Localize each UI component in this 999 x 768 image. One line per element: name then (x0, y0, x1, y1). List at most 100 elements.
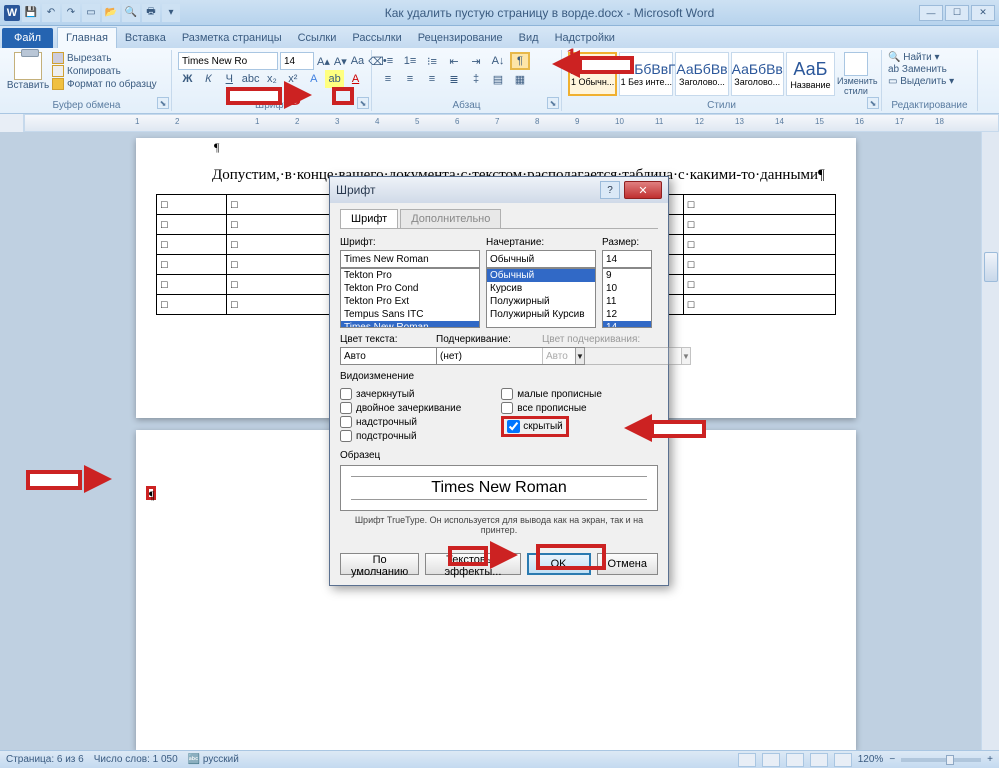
qat-save-icon[interactable]: 💾 (22, 4, 40, 22)
change-styles-button[interactable]: Изменить стили (837, 52, 875, 96)
table-cell[interactable]: □ (157, 275, 227, 295)
style-heading1[interactable]: АаБбВвЗаголово... (675, 52, 728, 96)
qat-new-icon[interactable]: ▭ (82, 4, 100, 22)
font-color-combo[interactable]: ▼ (340, 347, 430, 365)
paste-button[interactable]: Вставить (8, 52, 48, 91)
justify-button[interactable]: ≣ (444, 70, 464, 88)
table-cell[interactable]: □ (683, 275, 835, 295)
font-style-input[interactable] (486, 250, 596, 268)
underline-color-combo[interactable]: ▼ (542, 347, 652, 365)
format-painter-button[interactable]: Формат по образцу (52, 78, 157, 90)
chk-superscript[interactable]: надстрочный (340, 416, 461, 428)
qat-print-icon[interactable]: 🖶 (142, 4, 160, 22)
status-lang[interactable]: 🔤 русский (188, 754, 239, 765)
dialog-close-button[interactable]: ✕ (624, 181, 662, 199)
tab-references[interactable]: Ссылки (290, 28, 345, 48)
chk-strike[interactable]: зачеркнутый (340, 388, 461, 400)
table-cell[interactable]: □ (157, 255, 227, 275)
subscript-button[interactable]: x₂ (262, 70, 281, 88)
tab-insert[interactable]: Вставка (117, 28, 174, 48)
underline-button[interactable]: Ч (220, 70, 239, 88)
font-style-list[interactable]: ОбычныйКурсивПолужирныйПолужирный Курсив (486, 268, 596, 328)
tab-home[interactable]: Главная (57, 27, 117, 48)
view-fullscreen[interactable] (762, 753, 780, 767)
italic-button[interactable]: К (199, 70, 218, 88)
maximize-button[interactable]: ☐ (945, 5, 969, 21)
status-page[interactable]: Страница: 6 из 6 (6, 754, 84, 765)
scroll-thumb[interactable] (984, 252, 998, 282)
borders-button[interactable]: ▦ (510, 70, 530, 88)
line-spacing-button[interactable]: ‡ (466, 70, 486, 88)
minimize-button[interactable]: — (919, 5, 943, 21)
align-center-button[interactable]: ≡ (400, 70, 420, 88)
underline-combo[interactable]: ▼ (436, 347, 536, 365)
vertical-scrollbar[interactable] (981, 132, 999, 750)
font-color-button[interactable]: A (346, 70, 365, 88)
view-draft[interactable] (834, 753, 852, 767)
selected-pilcrow[interactable]: ¶ (146, 486, 156, 500)
chk-subscript[interactable]: подстрочный (340, 430, 461, 442)
font-name-list[interactable]: Tekton ProTekton Pro CondTekton Pro ExtT… (340, 268, 480, 328)
zoom-in-button[interactable]: + (987, 754, 993, 765)
shrink-font-button[interactable]: A▾ (333, 52, 348, 70)
sort-button[interactable]: A↓ (488, 52, 508, 70)
zoom-out-button[interactable]: − (889, 754, 895, 765)
bullets-button[interactable]: •≡ (378, 52, 398, 70)
cut-button[interactable]: Вырезать (52, 52, 157, 64)
qat-open-icon[interactable]: 📂 (102, 4, 120, 22)
qat-redo-icon[interactable]: ↷ (62, 4, 80, 22)
chk-allcaps[interactable]: все прописные (501, 402, 602, 414)
view-print-layout[interactable] (738, 753, 756, 767)
font-name-select[interactable] (178, 52, 278, 70)
style-heading2[interactable]: АаБбВвЗаголово... (731, 52, 784, 96)
grow-font-button[interactable]: A▴ (316, 52, 331, 70)
align-right-button[interactable]: ≡ (422, 70, 442, 88)
table-cell[interactable]: □ (157, 195, 227, 215)
chk-smallcaps[interactable]: малые прописные (501, 388, 602, 400)
shading-button[interactable]: ▤ (488, 70, 508, 88)
clipboard-launcher[interactable]: ⬊ (157, 97, 169, 109)
style-title[interactable]: АаБНазвание (786, 52, 835, 96)
table-cell[interactable]: □ (683, 195, 835, 215)
copy-button[interactable]: Копировать (52, 65, 157, 77)
file-tab[interactable]: Файл (2, 28, 53, 48)
chk-hidden[interactable]: скрытый (501, 416, 568, 437)
font-size-list[interactable]: 910111214 (602, 268, 652, 328)
table-cell[interactable]: □ (157, 235, 227, 255)
table-cell[interactable]: □ (157, 295, 227, 315)
view-outline[interactable] (810, 753, 828, 767)
dialog-tab-font[interactable]: Шрифт (340, 209, 398, 228)
dialog-tab-advanced[interactable]: Дополнительно (400, 209, 501, 228)
tab-layout[interactable]: Разметка страницы (174, 28, 290, 48)
align-left-button[interactable]: ≡ (378, 70, 398, 88)
horizontal-ruler[interactable]: 12123456789101112131415161718 (24, 114, 999, 132)
paragraph-launcher[interactable]: ⬊ (547, 97, 559, 109)
show-pilcrow-button[interactable]: ¶ (510, 52, 530, 70)
status-words[interactable]: Число слов: 1 050 (94, 754, 178, 765)
select-button[interactable]: ▭ Выделить ▾ (888, 76, 971, 87)
font-name-input[interactable] (340, 250, 480, 268)
replace-button[interactable]: ab Заменить (888, 64, 971, 75)
styles-launcher[interactable]: ⬊ (867, 97, 879, 109)
font-launcher[interactable]: ⬊ (357, 97, 369, 109)
decrease-indent-button[interactable]: ⇤ (444, 52, 464, 70)
tab-view[interactable]: Вид (511, 28, 547, 48)
default-button[interactable]: По умолчанию (340, 553, 419, 575)
font-size-input[interactable] (602, 250, 652, 268)
dialog-help-button[interactable]: ? (600, 181, 620, 199)
close-button[interactable]: ✕ (971, 5, 995, 21)
qat-undo-icon[interactable]: ↶ (42, 4, 60, 22)
table-cell[interactable]: □ (683, 235, 835, 255)
table-cell[interactable]: □ (157, 215, 227, 235)
qat-more-icon[interactable]: ▾ (162, 4, 180, 22)
numbering-button[interactable]: 1≡ (400, 52, 420, 70)
tab-review[interactable]: Рецензирование (410, 28, 511, 48)
tab-mailings[interactable]: Рассылки (344, 28, 409, 48)
chk-dstrike[interactable]: двойное зачеркивание (340, 402, 461, 414)
table-cell[interactable]: □ (683, 295, 835, 315)
dialog-titlebar[interactable]: Шрифт ? ✕ (330, 177, 668, 203)
zoom-slider[interactable] (901, 758, 981, 762)
status-zoom[interactable]: 120% (858, 754, 884, 765)
tab-addins[interactable]: Надстройки (547, 28, 623, 48)
font-size-select[interactable] (280, 52, 314, 70)
